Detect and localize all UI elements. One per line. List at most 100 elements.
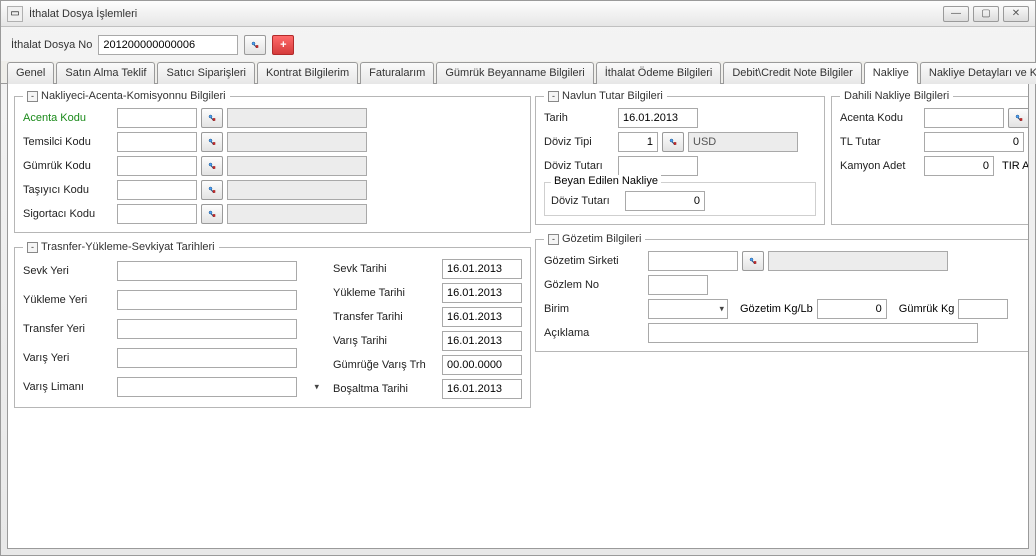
group-dahili: Dahili Nakliye Bilgileri Acenta Kodu TL … xyxy=(831,90,1029,225)
tab-content: - Nakliyeci-Acenta-Komisyonnu Bilgileri … xyxy=(7,84,1029,549)
beyan-doviztutari-label: Döviz Tutarı xyxy=(551,195,621,207)
transfer-left-input-3[interactable] xyxy=(117,348,297,368)
nakliyeci-label-2: Gümrük Kodu xyxy=(23,160,113,172)
tab-strip: GenelSatın Alma TeklifSatıcı Siparişleri… xyxy=(1,61,1035,84)
gumrukkg-input[interactable] xyxy=(958,299,1008,319)
nakliyeci-name-input-0 xyxy=(227,108,367,128)
nakliyeci-code-input-4[interactable] xyxy=(117,204,197,224)
beyan-box: Beyan Edilen Nakliye Döviz Tutarı xyxy=(544,182,816,216)
tab-3[interactable]: Kontrat Bilgilerim xyxy=(257,62,358,84)
nakliyeci-lookup-button-1[interactable] xyxy=(201,132,223,152)
group-transfer-title: Trasnfer-Yükleme-Sevkiyat Tarihleri xyxy=(41,241,215,253)
dosya-no-input[interactable] xyxy=(98,35,238,55)
tab-1[interactable]: Satın Alma Teklif xyxy=(56,62,155,84)
lookup-icon xyxy=(208,134,216,150)
collapse-toggle[interactable]: - xyxy=(27,91,38,102)
group-nakliyeci-legend: - Nakliyeci-Acenta-Komisyonnu Bilgileri xyxy=(23,90,230,102)
transfer-right-input-4[interactable] xyxy=(442,355,522,375)
tab-6[interactable]: İthalat Ödeme Bilgileri xyxy=(596,62,722,84)
group-transfer-legend: - Trasnfer-Yükleme-Sevkiyat Tarihleri xyxy=(23,241,219,253)
transfer-right-input-2[interactable] xyxy=(442,307,522,327)
navlun-doviztutari-label: Döviz Tutarı xyxy=(544,160,614,172)
nakliyeci-code-input-1[interactable] xyxy=(117,132,197,152)
navlun-doviztipi-name xyxy=(688,132,798,152)
tab-0[interactable]: Genel xyxy=(7,62,54,84)
nakliyeci-lookup-button-3[interactable] xyxy=(201,180,223,200)
group-nakliyeci: - Nakliyeci-Acenta-Komisyonnu Bilgileri … xyxy=(14,90,531,233)
lookup-icon xyxy=(749,253,757,269)
close-button[interactable]: ✕ xyxy=(1003,6,1029,22)
nakliyeci-label-3: Taşıyıcı Kodu xyxy=(23,184,113,196)
transfer-left-input-1[interactable] xyxy=(117,290,297,310)
dahili-tltutar-input[interactable] xyxy=(924,132,1024,152)
nakliyeci-name-input-2 xyxy=(227,156,367,176)
navlun-doviztipi-label: Döviz Tipi xyxy=(544,136,614,148)
tab-9[interactable]: Nakliye Detayları ve Konsimento Bilgiler… xyxy=(920,62,1036,84)
gozlemno-label: Gözlem No xyxy=(544,279,644,291)
dahili-acentakodu-input[interactable] xyxy=(924,108,1004,128)
nakliyeci-code-input-2[interactable] xyxy=(117,156,197,176)
lookup-button[interactable] xyxy=(244,35,266,55)
gozlemno-input[interactable] xyxy=(648,275,708,295)
transfer-right-input-1[interactable] xyxy=(442,283,522,303)
transfer-right-label-3: Varış Tarihi xyxy=(333,335,438,347)
dosya-no-label: İthalat Dosya No xyxy=(11,39,92,51)
group-gozetim-title: Gözetim Bilgileri xyxy=(562,233,641,245)
transfer-left-label-0: Sevk Yeri xyxy=(23,265,113,277)
transfer-left-label-3: Varış Yeri xyxy=(23,352,113,364)
transfer-right-input-3[interactable] xyxy=(442,331,522,351)
minimize-button[interactable]: — xyxy=(943,6,969,22)
transfer-right-label-1: Yükleme Tarihi xyxy=(333,287,438,299)
collapse-toggle[interactable]: - xyxy=(548,234,559,245)
nakliyeci-name-input-4 xyxy=(227,204,367,224)
transfer-right-input-5[interactable] xyxy=(442,379,522,399)
gozetimkg-input[interactable] xyxy=(817,299,887,319)
group-transfer: - Trasnfer-Yükleme-Sevkiyat Tarihleri Se… xyxy=(14,241,531,408)
app-window: ▭ İthalat Dosya İşlemleri — ▢ ✕ İthalat … xyxy=(0,0,1036,556)
nakliyeci-lookup-button-2[interactable] xyxy=(201,156,223,176)
beyan-legend: Beyan Edilen Nakliye xyxy=(551,175,661,187)
tab-7[interactable]: Debit\Credit Note Bilgiler xyxy=(723,62,861,84)
collapse-toggle[interactable]: - xyxy=(27,242,38,253)
tab-2[interactable]: Satıcı Siparişleri xyxy=(157,62,254,84)
dahili-kamyonadet-input[interactable] xyxy=(924,156,994,176)
transfer-left-input-4[interactable] xyxy=(117,377,297,397)
birim-combo[interactable] xyxy=(648,299,728,319)
tab-8[interactable]: Nakliye xyxy=(864,62,918,84)
gozetim-sirket-lookup-button[interactable] xyxy=(742,251,764,271)
lookup-icon xyxy=(208,158,216,174)
lookup-icon xyxy=(1015,110,1023,126)
navlun-tarih-input[interactable] xyxy=(618,108,698,128)
window-controls: — ▢ ✕ xyxy=(943,6,1029,22)
maximize-button[interactable]: ▢ xyxy=(973,6,999,22)
nakliyeci-label-1: Temsilci Kodu xyxy=(23,136,113,148)
nakliyeci-code-input-3[interactable] xyxy=(117,180,197,200)
lookup-icon xyxy=(208,182,216,198)
dahili-kamyonadet-label: Kamyon Adet xyxy=(840,160,920,172)
group-nakliyeci-title: Nakliyeci-Acenta-Komisyonnu Bilgileri xyxy=(41,90,226,102)
dahili-acenta-lookup-button[interactable] xyxy=(1008,108,1029,128)
transfer-left-label-2: Transfer Yeri xyxy=(23,323,113,335)
window-title: İthalat Dosya İşlemleri xyxy=(29,8,943,20)
nakliyeci-label-0: Acenta Kodu xyxy=(23,112,113,124)
gozetim-sirket-input[interactable] xyxy=(648,251,738,271)
transfer-left-input-2[interactable] xyxy=(117,319,297,339)
navlun-doviztipi-input[interactable] xyxy=(618,132,658,152)
tab-5[interactable]: Gümrük Beyanname Bilgileri xyxy=(436,62,593,84)
collapse-toggle[interactable]: - xyxy=(548,91,559,102)
navlun-doviztutari-input[interactable] xyxy=(618,156,698,176)
transfer-left-input-0[interactable] xyxy=(117,261,297,281)
transfer-right-input-0[interactable] xyxy=(442,259,522,279)
aciklama-label: Açıklama xyxy=(544,327,644,339)
add-button[interactable]: + xyxy=(272,35,294,55)
nakliyeci-lookup-button-0[interactable] xyxy=(201,108,223,128)
beyan-doviztutari-input[interactable] xyxy=(625,191,705,211)
tab-4[interactable]: Faturalarım xyxy=(360,62,434,84)
aciklama-input[interactable] xyxy=(648,323,978,343)
toolbar: İthalat Dosya No + xyxy=(1,27,1035,61)
nakliyeci-lookup-button-4[interactable] xyxy=(201,204,223,224)
nakliyeci-code-input-0[interactable] xyxy=(117,108,197,128)
group-navlun-legend: - Navlun Tutar Bilgileri xyxy=(544,90,667,102)
doviztipi-lookup-button[interactable] xyxy=(662,132,684,152)
dahili-acentakodu-label: Acenta Kodu xyxy=(840,112,920,124)
